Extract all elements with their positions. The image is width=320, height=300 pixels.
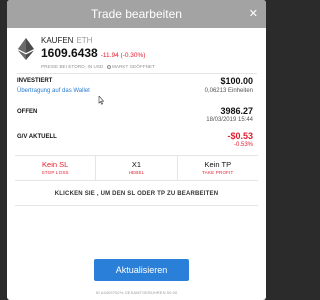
wallet-transfer-link[interactable]: Übertragung auf das Wallet (17, 88, 90, 94)
market-status: MARKT GEÖFFNET (112, 64, 155, 69)
footer-note: ID #4409752% GESAMTGEBÜHREN 50.00 (95, 290, 178, 295)
update-button[interactable]: Aktualisieren (94, 259, 189, 281)
pl-label: G/V AKTUELL (17, 134, 57, 140)
open-label: OFFEN (17, 109, 38, 115)
dialog-title-bar: Trade bearbeiten ✕ (7, 0, 266, 28)
ethereum-icon (18, 38, 34, 60)
price-change: -11.94 (-0.30%) (100, 52, 146, 59)
leverage-value: X1 (131, 160, 142, 169)
dialog-title: Trade bearbeiten (91, 7, 182, 21)
open-rate: 3986.27 (220, 106, 253, 116)
trade-controls: Kein SL STOP LOSS X1 HEBEL Kein TP TAKE … (15, 155, 258, 181)
trade-edit-dialog: Trade bearbeiten ✕ KAUFEN ETH 1609.6438 -1… (7, 0, 266, 300)
units-value: 0,06213 Einheiten (204, 88, 253, 94)
edit-hint: KLICKEN SIE , UM DEN SL ODER TP ZU BEARB… (15, 184, 258, 206)
divider (17, 73, 257, 74)
instrument-symbol: ETH (76, 36, 93, 45)
take-profit-value: Kein TP (204, 160, 232, 169)
leverage-caption: HEBEL (128, 170, 145, 175)
pl-value: -$0.53 (227, 131, 253, 141)
open-date: 18/03/2019 15:44 (206, 117, 253, 123)
take-profit-control[interactable]: Kein TP TAKE PROFIT (178, 156, 258, 180)
price-source-note: PREISE BEI ETORO, IN USD (41, 64, 104, 69)
instrument-header: KAUFEN ETH 1609.6438 -11.94 (-0.30%) PREIS… (17, 36, 257, 70)
close-icon[interactable]: ✕ (249, 0, 258, 28)
current-price: 1609.6438 (41, 46, 98, 60)
take-profit-caption: TAKE PROFIT (202, 170, 234, 175)
pl-percent: -0.53% (233, 142, 253, 148)
leverage-control[interactable]: X1 HEBEL (96, 156, 178, 180)
mouse-cursor-icon (98, 96, 105, 105)
invested-value: $100.00 (220, 76, 253, 86)
invested-label: INVESTIERT (17, 78, 53, 84)
market-status-icon (106, 64, 111, 69)
stop-loss-control[interactable]: Kein SL STOP LOSS (15, 156, 97, 180)
stop-loss-caption: STOP LOSS (41, 170, 69, 175)
stop-loss-value: Kein SL (42, 160, 69, 169)
trade-direction: KAUFEN (41, 36, 74, 45)
